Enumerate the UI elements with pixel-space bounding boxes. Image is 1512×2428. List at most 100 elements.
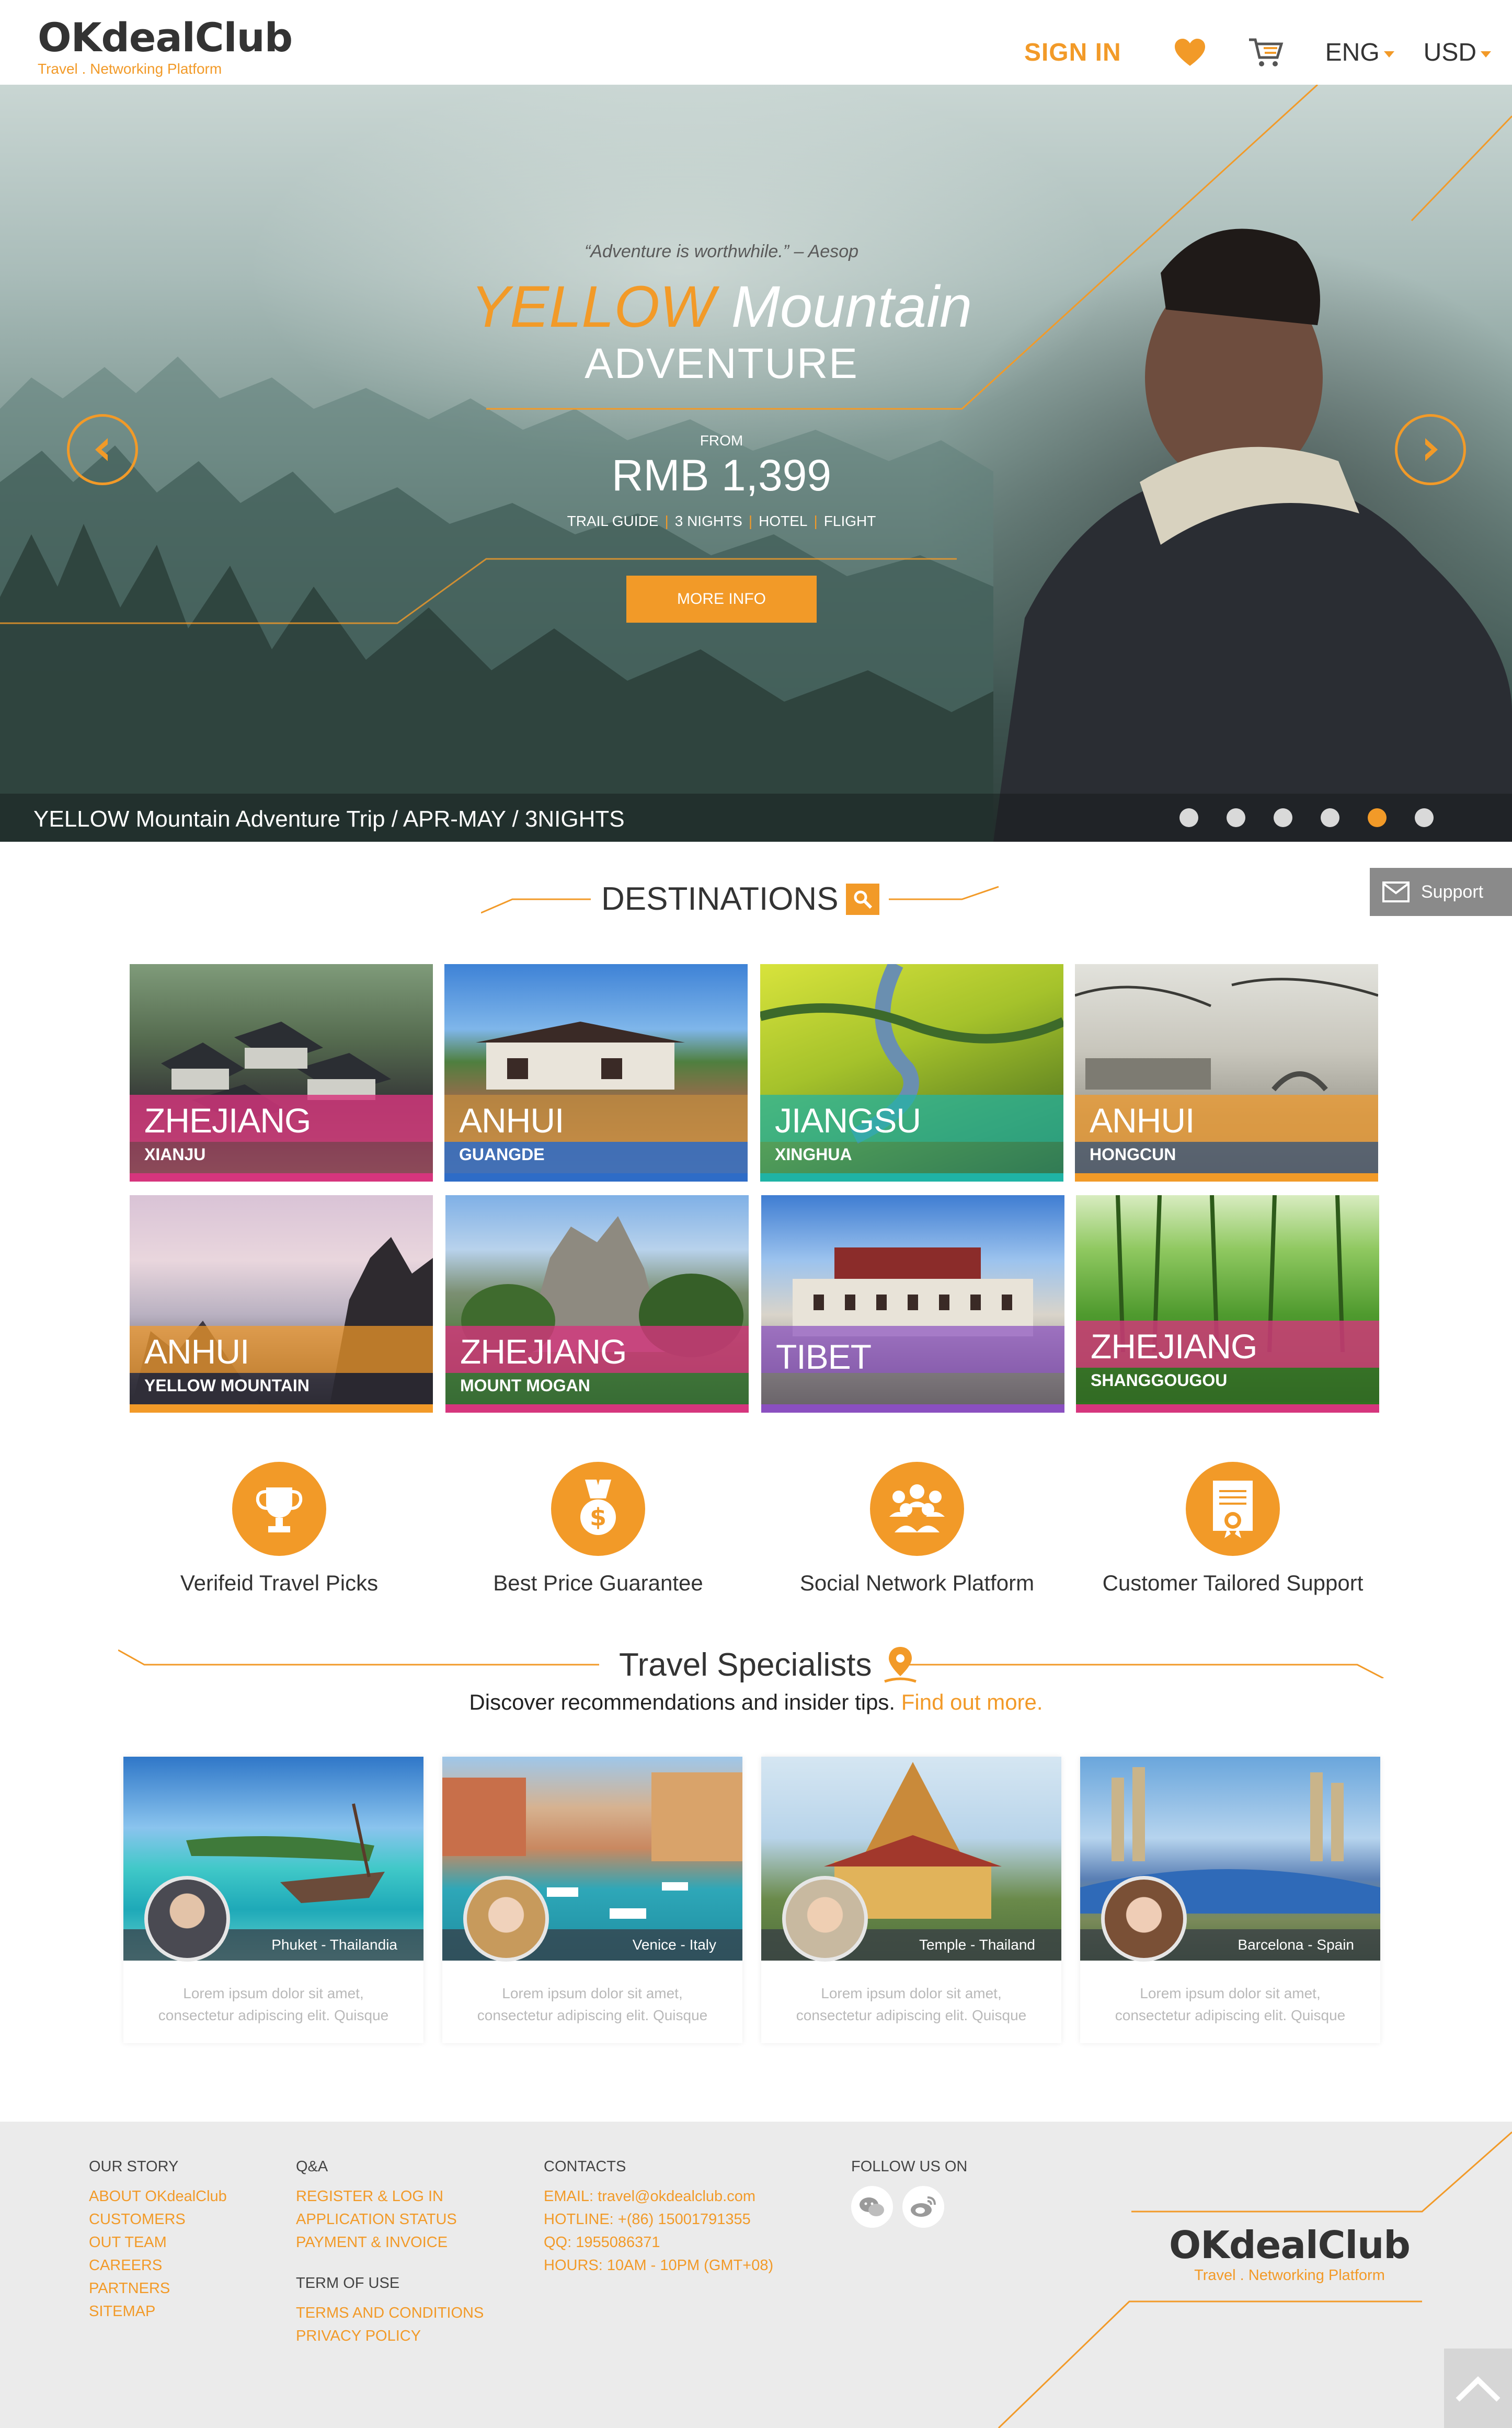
destination-card[interactable]: ZHEJIANG XIANJU: [130, 964, 433, 1182]
slide-dot[interactable]: [1179, 808, 1198, 827]
weibo-icon: [911, 2196, 936, 2217]
hero-content: “Adventure is worthwhile.” – Aesop YELLO…: [471, 242, 972, 623]
destination-card[interactable]: ZHEJIANG SHANGGOUGOU: [1076, 1195, 1379, 1413]
destination-name: ZHEJIANG: [144, 1101, 311, 1140]
destination-name: ZHEJIANG: [460, 1332, 627, 1371]
language-value: ENG: [1325, 38, 1380, 66]
destination-accent: [130, 1404, 433, 1413]
slide-dots: [1151, 808, 1434, 827]
specialist-card[interactable]: Venice - Italy Lorem ipsum dolor sit ame…: [442, 1757, 742, 2043]
feature-label: Best Price Guarantee: [493, 1571, 703, 1595]
specialist-description: Lorem ipsum dolor sit amet, consectetur a…: [1080, 1983, 1380, 2026]
footer-our-story: OUR STORY ABOUT OKdealClub CUSTOMERS OUT…: [89, 2158, 227, 2323]
footer-link-partners[interactable]: PARTNERS: [89, 2277, 227, 2300]
site-footer: OUR STORY ABOUT OKdealClub CUSTOMERS OUT…: [0, 2122, 1512, 2428]
specialist-text-line: Lorem ipsum dolor sit amet,: [183, 1985, 364, 2001]
feature-price: $ Best Price Guarantee: [462, 1462, 734, 1596]
logo-text: OKdealClub: [38, 14, 293, 61]
footer-link-register[interactable]: REGISTER & LOG IN: [296, 2185, 484, 2208]
hero-title-highlight: YELLOW: [471, 274, 715, 339]
footer-link-sitemap[interactable]: SITEMAP: [89, 2300, 227, 2323]
find-out-more-link[interactable]: Find out more.: [901, 1690, 1043, 1714]
support-tab[interactable]: Support: [1370, 868, 1512, 916]
footer-link-application-status[interactable]: APPLICATION STATUS: [296, 2208, 484, 2231]
destination-card[interactable]: ANHUI HONGCUN: [1075, 964, 1378, 1182]
next-slide-button[interactable]: [1395, 414, 1466, 485]
hero-features: TRAIL GUIDE | 3 NIGHTS | HOTEL | FLIGHT: [567, 513, 876, 529]
hero-title-rest: Mountain: [715, 274, 972, 339]
specialist-location: Barcelona - Spain: [1238, 1937, 1354, 1953]
destination-name: JIANGSU: [775, 1101, 921, 1140]
footer-link-privacy[interactable]: PRIVACY POLICY: [296, 2324, 484, 2347]
support-label: Support: [1421, 881, 1484, 902]
footer-contact-hotline[interactable]: HOTLINE: +(86) 15001791355: [544, 2208, 773, 2231]
specialist-text-line: consectetur adipiscing elit. Quisque: [477, 2007, 708, 2023]
destinations-title: DESTINATIONS: [601, 880, 879, 918]
chevron-left-icon: [95, 438, 108, 461]
destinations-search-button[interactable]: [845, 883, 879, 915]
specialist-card[interactable]: Barcelona - Spain Lorem ipsum dolor sit …: [1080, 1757, 1380, 2043]
avatar: [1101, 1876, 1187, 1962]
language-select[interactable]: ENG: [1325, 38, 1394, 67]
mail-icon: [1382, 881, 1410, 902]
footer-link-terms[interactable]: TERMS AND CONDITIONS: [296, 2301, 484, 2324]
favorites-button[interactable]: [1174, 38, 1206, 67]
sign-in-link[interactable]: SIGN IN: [1024, 38, 1121, 67]
site-header: OKdealClub Travel . Networking Platform …: [0, 0, 1512, 85]
medal-icon: $: [580, 1480, 616, 1535]
destination-card[interactable]: JIANGSU XINGHUA: [760, 964, 1063, 1182]
back-to-top-button[interactable]: [1444, 2349, 1512, 2428]
top-nav: SIGN IN ENG USD: [1024, 37, 1491, 68]
destination-accent: [1076, 1404, 1379, 1413]
destination-accent: [1075, 1173, 1378, 1182]
chevron-up-icon: [1456, 2376, 1500, 2402]
hero-caption: YELLOW Mountain Adventure Trip / APR-MAY…: [33, 806, 625, 832]
slide-dot[interactable]: [1227, 808, 1245, 827]
cart-button[interactable]: [1248, 37, 1284, 68]
footer-link-about[interactable]: ABOUT OKdealClub: [89, 2185, 227, 2208]
slide-dot[interactable]: [1321, 808, 1339, 827]
weibo-button[interactable]: [902, 2186, 944, 2228]
hero-feature: FLIGHT: [823, 513, 876, 529]
footer-contacts: CONTACTS EMAIL: travel@okdealclub.com HO…: [544, 2158, 773, 2277]
specialist-text-line: consectetur adipiscing elit. Quisque: [796, 2007, 1027, 2023]
destination-name: TIBET: [776, 1337, 872, 1376]
specialists-subtitle: Discover recommendations and insider tip…: [0, 1690, 1512, 1715]
destination-card[interactable]: ANHUI GUANGDE: [444, 964, 748, 1182]
specialist-text-line: consectetur adipiscing elit. Quisque: [1115, 2007, 1346, 2023]
hero-title: YELLOW Mountain: [471, 278, 972, 336]
wechat-button[interactable]: [851, 2186, 893, 2228]
footer-logo[interactable]: OKdealClub Travel . Networking Platform: [1169, 2226, 1411, 2284]
hero-from-label: FROM: [700, 432, 743, 449]
site-logo[interactable]: OKdealClub Travel . Networking Platform: [38, 14, 293, 77]
destination-name: ZHEJIANG: [1091, 1327, 1257, 1366]
footer-contact-qq: QQ: 1955086371: [544, 2234, 660, 2251]
destination-card[interactable]: TIBET: [761, 1195, 1064, 1413]
destination-card[interactable]: ANHUI YELLOW MOUNTAIN: [130, 1195, 433, 1413]
hero-quote: “Adventure is worthwhile.” – Aesop: [584, 242, 859, 261]
prev-slide-button[interactable]: [67, 414, 138, 485]
currency-select[interactable]: USD: [1424, 38, 1491, 67]
currency-value: USD: [1423, 38, 1476, 66]
hero-price: RMB 1,399: [611, 451, 832, 500]
footer-link-customers[interactable]: CUSTOMERS: [89, 2208, 227, 2231]
slide-dot[interactable]: [1274, 808, 1292, 827]
more-info-button[interactable]: MORE INFO: [626, 576, 817, 623]
footer-link-payment[interactable]: PAYMENT & INVOICE: [296, 2231, 484, 2254]
destination-name: ANHUI: [1090, 1101, 1195, 1140]
slide-dot[interactable]: [1415, 808, 1434, 827]
slide-dot-active[interactable]: [1368, 808, 1387, 827]
destination-card[interactable]: ZHEJIANG MOUNT MOGAN: [445, 1195, 749, 1413]
specialist-location: Venice - Italy: [632, 1937, 716, 1953]
specialist-card[interactable]: Temple - Thailand Lorem ipsum dolor sit …: [761, 1757, 1061, 2043]
footer-contact-email[interactable]: EMAIL: travel@okdealclub.com: [544, 2185, 773, 2208]
destination-subtitle: HONGCUN: [1090, 1145, 1176, 1164]
specialists-heading: Travel Specialists: [619, 1646, 872, 1683]
footer-contact-hours: HOURS: 10AM - 10PM (GMT+08): [544, 2257, 774, 2274]
footer-qa: Q&A REGISTER & LOG IN APPLICATION STATUS…: [296, 2158, 484, 2347]
feature-support: Customer Tailored Support: [1097, 1462, 1369, 1596]
specialist-card[interactable]: Phuket - Thailandia Lorem ipsum dolor si…: [123, 1757, 423, 2043]
destination-name: ANHUI: [459, 1101, 564, 1140]
footer-link-team[interactable]: OUT TEAM: [89, 2231, 227, 2254]
footer-link-careers[interactable]: CAREERS: [89, 2254, 227, 2277]
